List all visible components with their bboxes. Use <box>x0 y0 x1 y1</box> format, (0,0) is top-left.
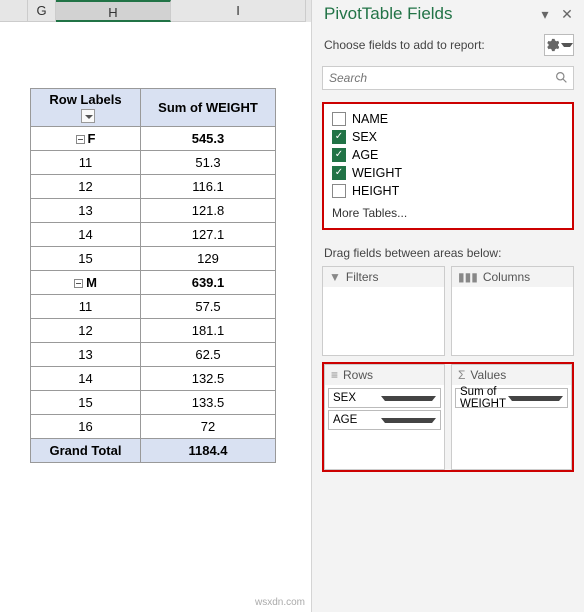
pivot-row-label[interactable]: 13 <box>31 198 141 222</box>
more-tables-link[interactable]: More Tables... <box>330 200 566 220</box>
watermark: wsxdn.com <box>255 597 305 608</box>
field-label: AGE <box>352 148 378 162</box>
field-pill[interactable]: Sum of WEIGHT <box>455 388 568 408</box>
filter-icon: ▼ <box>329 270 341 284</box>
field-item-age[interactable]: AGE <box>330 146 566 164</box>
pivot-table: Row Labels Sum of WEIGHT F545.31151.3121… <box>30 88 276 463</box>
grand-total-value: 1184.4 <box>141 438 276 462</box>
pivot-row-label[interactable]: 11 <box>31 294 141 318</box>
pivot-row-label[interactable]: 16 <box>31 414 141 438</box>
collapse-icon[interactable] <box>74 279 83 288</box>
pill-label: AGE <box>333 414 381 426</box>
pane-menu-icon[interactable]: ▾ <box>534 6 556 23</box>
pivot-row-value: 129 <box>141 246 276 270</box>
pivot-row-value: 181.1 <box>141 318 276 342</box>
pivot-row-value: 116.1 <box>141 174 276 198</box>
columns-label: Columns <box>483 270 530 284</box>
chevron-down-icon[interactable] <box>508 396 564 401</box>
chevron-down-icon[interactable] <box>381 418 437 423</box>
pill-label: SEX <box>333 392 381 404</box>
pivot-group-total: 545.3 <box>141 126 276 150</box>
pivot-group-label[interactable]: M <box>31 270 141 294</box>
values-label: Values <box>470 368 506 382</box>
filter-dropdown-icon[interactable] <box>81 109 95 123</box>
pivot-row-label[interactable]: 15 <box>31 390 141 414</box>
row-labels-text: Row Labels <box>49 92 121 107</box>
pivot-row-label[interactable]: 11 <box>31 150 141 174</box>
pivot-header-sum-weight: Sum of WEIGHT <box>141 89 276 127</box>
pivot-row-label[interactable]: 14 <box>31 366 141 390</box>
close-icon[interactable]: ✕ <box>556 6 578 23</box>
pivot-group-total: 639.1 <box>141 270 276 294</box>
pivot-row-value: 127.1 <box>141 222 276 246</box>
search-icon <box>555 71 568 89</box>
field-pill[interactable]: AGE <box>328 410 441 430</box>
pivot-header-row-labels[interactable]: Row Labels <box>31 89 141 127</box>
pivot-row-label[interactable]: 15 <box>31 246 141 270</box>
filters-area[interactable]: ▼ Filters <box>322 266 445 356</box>
filters-label: Filters <box>346 270 379 284</box>
column-header-h[interactable]: H <box>56 0 171 22</box>
field-label: HEIGHT <box>352 184 399 198</box>
gear-icon <box>545 38 559 52</box>
field-label: SEX <box>352 130 377 144</box>
pivot-row-value: 62.5 <box>141 342 276 366</box>
drag-instruction: Drag fields between areas below: <box>312 234 584 266</box>
pivot-row-value: 121.8 <box>141 198 276 222</box>
field-item-weight[interactable]: WEIGHT <box>330 164 566 182</box>
pivot-group-label[interactable]: F <box>31 126 141 150</box>
pivot-row-label[interactable]: 13 <box>31 342 141 366</box>
pivot-row-value: 51.3 <box>141 150 276 174</box>
select-all-corner[interactable] <box>0 0 28 22</box>
spreadsheet-area: G H I Row Labels Sum of WEIGHT F545.3115… <box>0 0 311 612</box>
field-label: WEIGHT <box>352 166 402 180</box>
column-header-g[interactable]: G <box>28 0 56 22</box>
values-icon: Σ <box>458 368 465 382</box>
pivot-row-label[interactable]: 12 <box>31 318 141 342</box>
fields-list: NAME SEX AGE WEIGHT HEIGHT More Tables... <box>322 102 574 230</box>
column-header-i[interactable]: I <box>171 0 306 22</box>
values-area[interactable]: Σ Values Sum of WEIGHT <box>451 364 572 470</box>
pivot-fields-pane: PivotTable Fields ▾ ✕ Choose fields to a… <box>311 0 584 612</box>
checkbox[interactable] <box>332 166 346 180</box>
rows-label: Rows <box>343 368 373 382</box>
checkbox[interactable] <box>332 148 346 162</box>
pane-title: PivotTable Fields <box>324 4 534 24</box>
field-pill[interactable]: SEX <box>328 388 441 408</box>
field-item-height[interactable]: HEIGHT <box>330 182 566 200</box>
pivot-row-value: 57.5 <box>141 294 276 318</box>
pane-subtitle: Choose fields to add to report: <box>324 38 544 52</box>
columns-icon: ▮▮▮ <box>458 270 478 284</box>
chevron-down-icon[interactable] <box>381 396 437 401</box>
field-label: NAME <box>352 112 388 126</box>
pill-label: Sum of WEIGHT <box>460 386 508 410</box>
checkbox[interactable] <box>332 130 346 144</box>
layout-options-button[interactable] <box>544 34 574 56</box>
pivot-row-label[interactable]: 12 <box>31 174 141 198</box>
pivot-row-label[interactable]: 14 <box>31 222 141 246</box>
checkbox[interactable] <box>332 184 346 198</box>
pivot-row-value: 133.5 <box>141 390 276 414</box>
columns-area[interactable]: ▮▮▮ Columns <box>451 266 574 356</box>
field-item-name[interactable]: NAME <box>330 110 566 128</box>
checkbox[interactable] <box>332 112 346 126</box>
grand-total-label: Grand Total <box>31 438 141 462</box>
rows-icon: ≡ <box>331 368 338 382</box>
field-item-sex[interactable]: SEX <box>330 128 566 146</box>
collapse-icon[interactable] <box>76 135 85 144</box>
search-input[interactable] <box>322 66 574 90</box>
pivot-row-value: 132.5 <box>141 366 276 390</box>
rows-area[interactable]: ≡ Rows SEX AGE <box>324 364 445 470</box>
pivot-row-value: 72 <box>141 414 276 438</box>
